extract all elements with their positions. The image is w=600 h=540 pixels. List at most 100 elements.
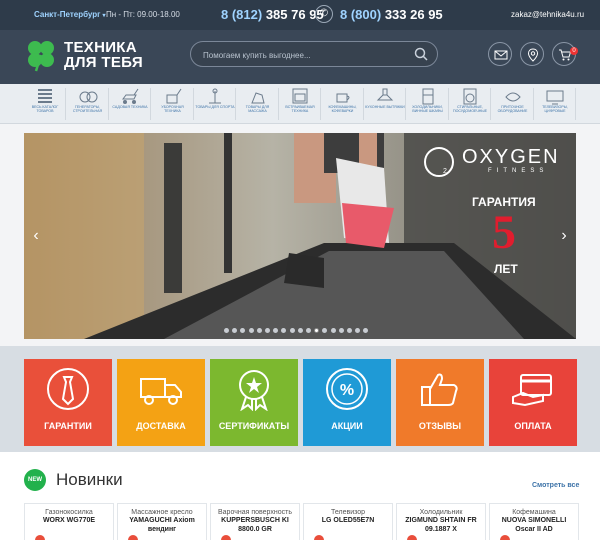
product-card[interactable]: Кофемашина NUOVA SIMONELLI Oscar II AD: [489, 503, 579, 540]
product-card[interactable]: Газонокосилка WORX WG770E: [24, 503, 114, 540]
years-label: ЛЕТ: [494, 262, 518, 276]
feature-tile[interactable]: ОПЛАТА: [489, 359, 577, 446]
category-item[interactable]: Телевизоры, цифровые: [534, 86, 576, 122]
category-item[interactable]: Холодильники, винные шкафы: [407, 86, 449, 122]
category-item[interactable]: Встраиваемая техника: [279, 86, 321, 122]
feature-tile-label: ОТЗЫВЫ: [418, 421, 462, 431]
feature-tile[interactable]: СЕРТИФИКАТЫ: [210, 359, 298, 446]
oven-icon: [292, 88, 308, 104]
search-input[interactable]: [203, 48, 403, 62]
payment-card-icon: [512, 374, 552, 407]
working-hours: Пн - Пт: 09.00-18.00: [106, 10, 180, 19]
sport-icon: [209, 88, 221, 104]
massage-icon: [250, 92, 265, 104]
slider-dot[interactable]: [306, 328, 311, 333]
slider-dot[interactable]: [347, 328, 352, 333]
see-all-link[interactable]: Смотреть все: [532, 482, 579, 489]
logo-text[interactable]: ТЕХНИКА ДЛЯ ТЕБЯ: [64, 40, 143, 70]
catalog-icon: [38, 89, 52, 103]
category-label: Телевизоры, цифровые: [542, 105, 568, 113]
category-item[interactable]: Кофемашины, кофеварки: [322, 86, 364, 122]
product-name-line2: 8800.0 GR: [238, 526, 272, 533]
slider-dot[interactable]: [265, 328, 270, 333]
slider-dot[interactable]: [248, 328, 254, 333]
logo-line: ТЕХНИКА: [64, 39, 137, 56]
product-name: ZIGMUND SHTAIN FR: [405, 517, 477, 524]
thumbs-up-icon: [421, 373, 458, 406]
slider-dot[interactable]: [256, 328, 262, 333]
phone-free[interactable]: 8 (800) 333 26 95: [340, 7, 443, 22]
feature-tile[interactable]: ОТЗЫВЫ: [396, 359, 484, 446]
hero-slider[interactable]: OXYGEN 2 FITNESS ГАРАНТИЯ 5 ЛЕТ: [24, 133, 576, 339]
section-title: Новинки: [56, 470, 123, 489]
phone-code: 8 (800): [340, 7, 382, 22]
location-button[interactable]: [520, 42, 544, 66]
category-item[interactable]: Стиральные, посудомоечные: [449, 86, 491, 122]
slider-dot[interactable]: [297, 328, 303, 333]
category-label: Кофемашины, кофеварки: [328, 105, 357, 113]
feature-tile-label: АКЦИИ: [331, 421, 363, 431]
coffee-icon: [336, 93, 349, 103]
clover-logo-icon[interactable]: [24, 38, 58, 72]
category-item[interactable]: Кухонные вытяжки: [364, 86, 406, 122]
category-item[interactable]: Товары для спорта: [194, 86, 236, 122]
category-item[interactable]: Уборочная техника: [152, 86, 194, 122]
product-card[interactable]: Телевизор LG OLED55E7N: [303, 503, 393, 540]
city-selector[interactable]: Санкт-Петербург: [34, 10, 106, 19]
slider-dot[interactable]: [338, 328, 344, 333]
slider-dot[interactable]: [289, 328, 295, 333]
fridge-icon: [422, 88, 433, 105]
product-type: Кофемашина: [512, 509, 556, 516]
product-badge-icon: [500, 535, 510, 540]
product-name: WORX WG770E: [42, 517, 96, 524]
category-label: Товары для спорта: [195, 105, 235, 109]
product-card[interactable]: Массажное кресло YAMAGUCHI Axiom вендинг: [117, 503, 207, 540]
oxygen-ring-icon: 2: [424, 147, 454, 177]
category-item[interactable]: Товары для массажа: [237, 86, 279, 122]
product-name: NUOVA SIMONELLI: [501, 517, 567, 524]
slider-prev-arrow[interactable]: ‹: [30, 226, 42, 246]
category-label: Уборочная техника: [161, 105, 184, 113]
feature-tile-label: ГАРАНТИИ: [44, 421, 92, 431]
ventilation-icon: [504, 92, 521, 102]
category-label: Весь каталог товаров: [31, 105, 59, 113]
product-name-line2: 09.1887 X: [425, 526, 457, 533]
phone-icon[interactable]: ✆: [315, 5, 333, 23]
category-label: Генераторы, строительная: [72, 105, 103, 113]
mail-button[interactable]: [488, 42, 512, 66]
mail-icon: [494, 50, 508, 60]
category-label: Товары для массажа: [245, 105, 270, 113]
hood-icon: [376, 88, 394, 101]
feature-tile[interactable]: ГАРАНТИИ: [24, 359, 112, 446]
product-type: Варочная поверхность: [218, 509, 292, 516]
brand-name: OXYGEN: [462, 146, 560, 168]
feature-tile[interactable]: ДОСТАВКА: [117, 359, 205, 446]
category-item[interactable]: Садовая техника: [109, 86, 151, 122]
product-badge-icon: [128, 535, 138, 540]
category-item[interactable]: Приточное оборудование: [492, 86, 534, 122]
search-box: [190, 41, 438, 67]
product-card[interactable]: Варочная поверхность KUPPERSBUSCH KI 8800.…: [210, 503, 300, 540]
slider-dot[interactable]: [330, 328, 336, 333]
email-link[interactable]: zakaz@tehnika4u.ru: [511, 10, 584, 19]
product-name: LG OLED55E7N: [321, 517, 375, 524]
category-divider: [575, 88, 576, 120]
category-label: Встраиваемая техника: [285, 105, 315, 113]
category-label: Холодильники, винные шкафы: [412, 105, 443, 113]
category-item[interactable]: Генераторы, строительная: [67, 86, 109, 122]
category-item[interactable]: Весь каталог товаров: [24, 86, 66, 122]
product-type: Газонокосилка: [45, 509, 93, 516]
product-badge-icon: [407, 535, 417, 540]
product-name-line2: вендинг: [147, 526, 177, 533]
search-icon[interactable]: [414, 47, 428, 61]
slider-next-arrow[interactable]: ›: [558, 226, 570, 246]
tv-icon: [546, 90, 564, 105]
product-card[interactable]: Холодильник ZIGMUND SHTAIN FR 09.1887 X: [396, 503, 486, 540]
page: Санкт-Петербург Пн - Пт: 09.00-18.00 8 (…: [0, 0, 600, 540]
certificate-icon: [239, 370, 269, 411]
feature-tile[interactable]: % АКЦИИ: [303, 359, 391, 446]
phone-spb[interactable]: 8 (812) 385 76 95: [221, 7, 324, 22]
slider-dot[interactable]: [224, 328, 229, 333]
product-badge-icon: [221, 535, 231, 540]
phone-code: 8 (812): [221, 7, 263, 22]
